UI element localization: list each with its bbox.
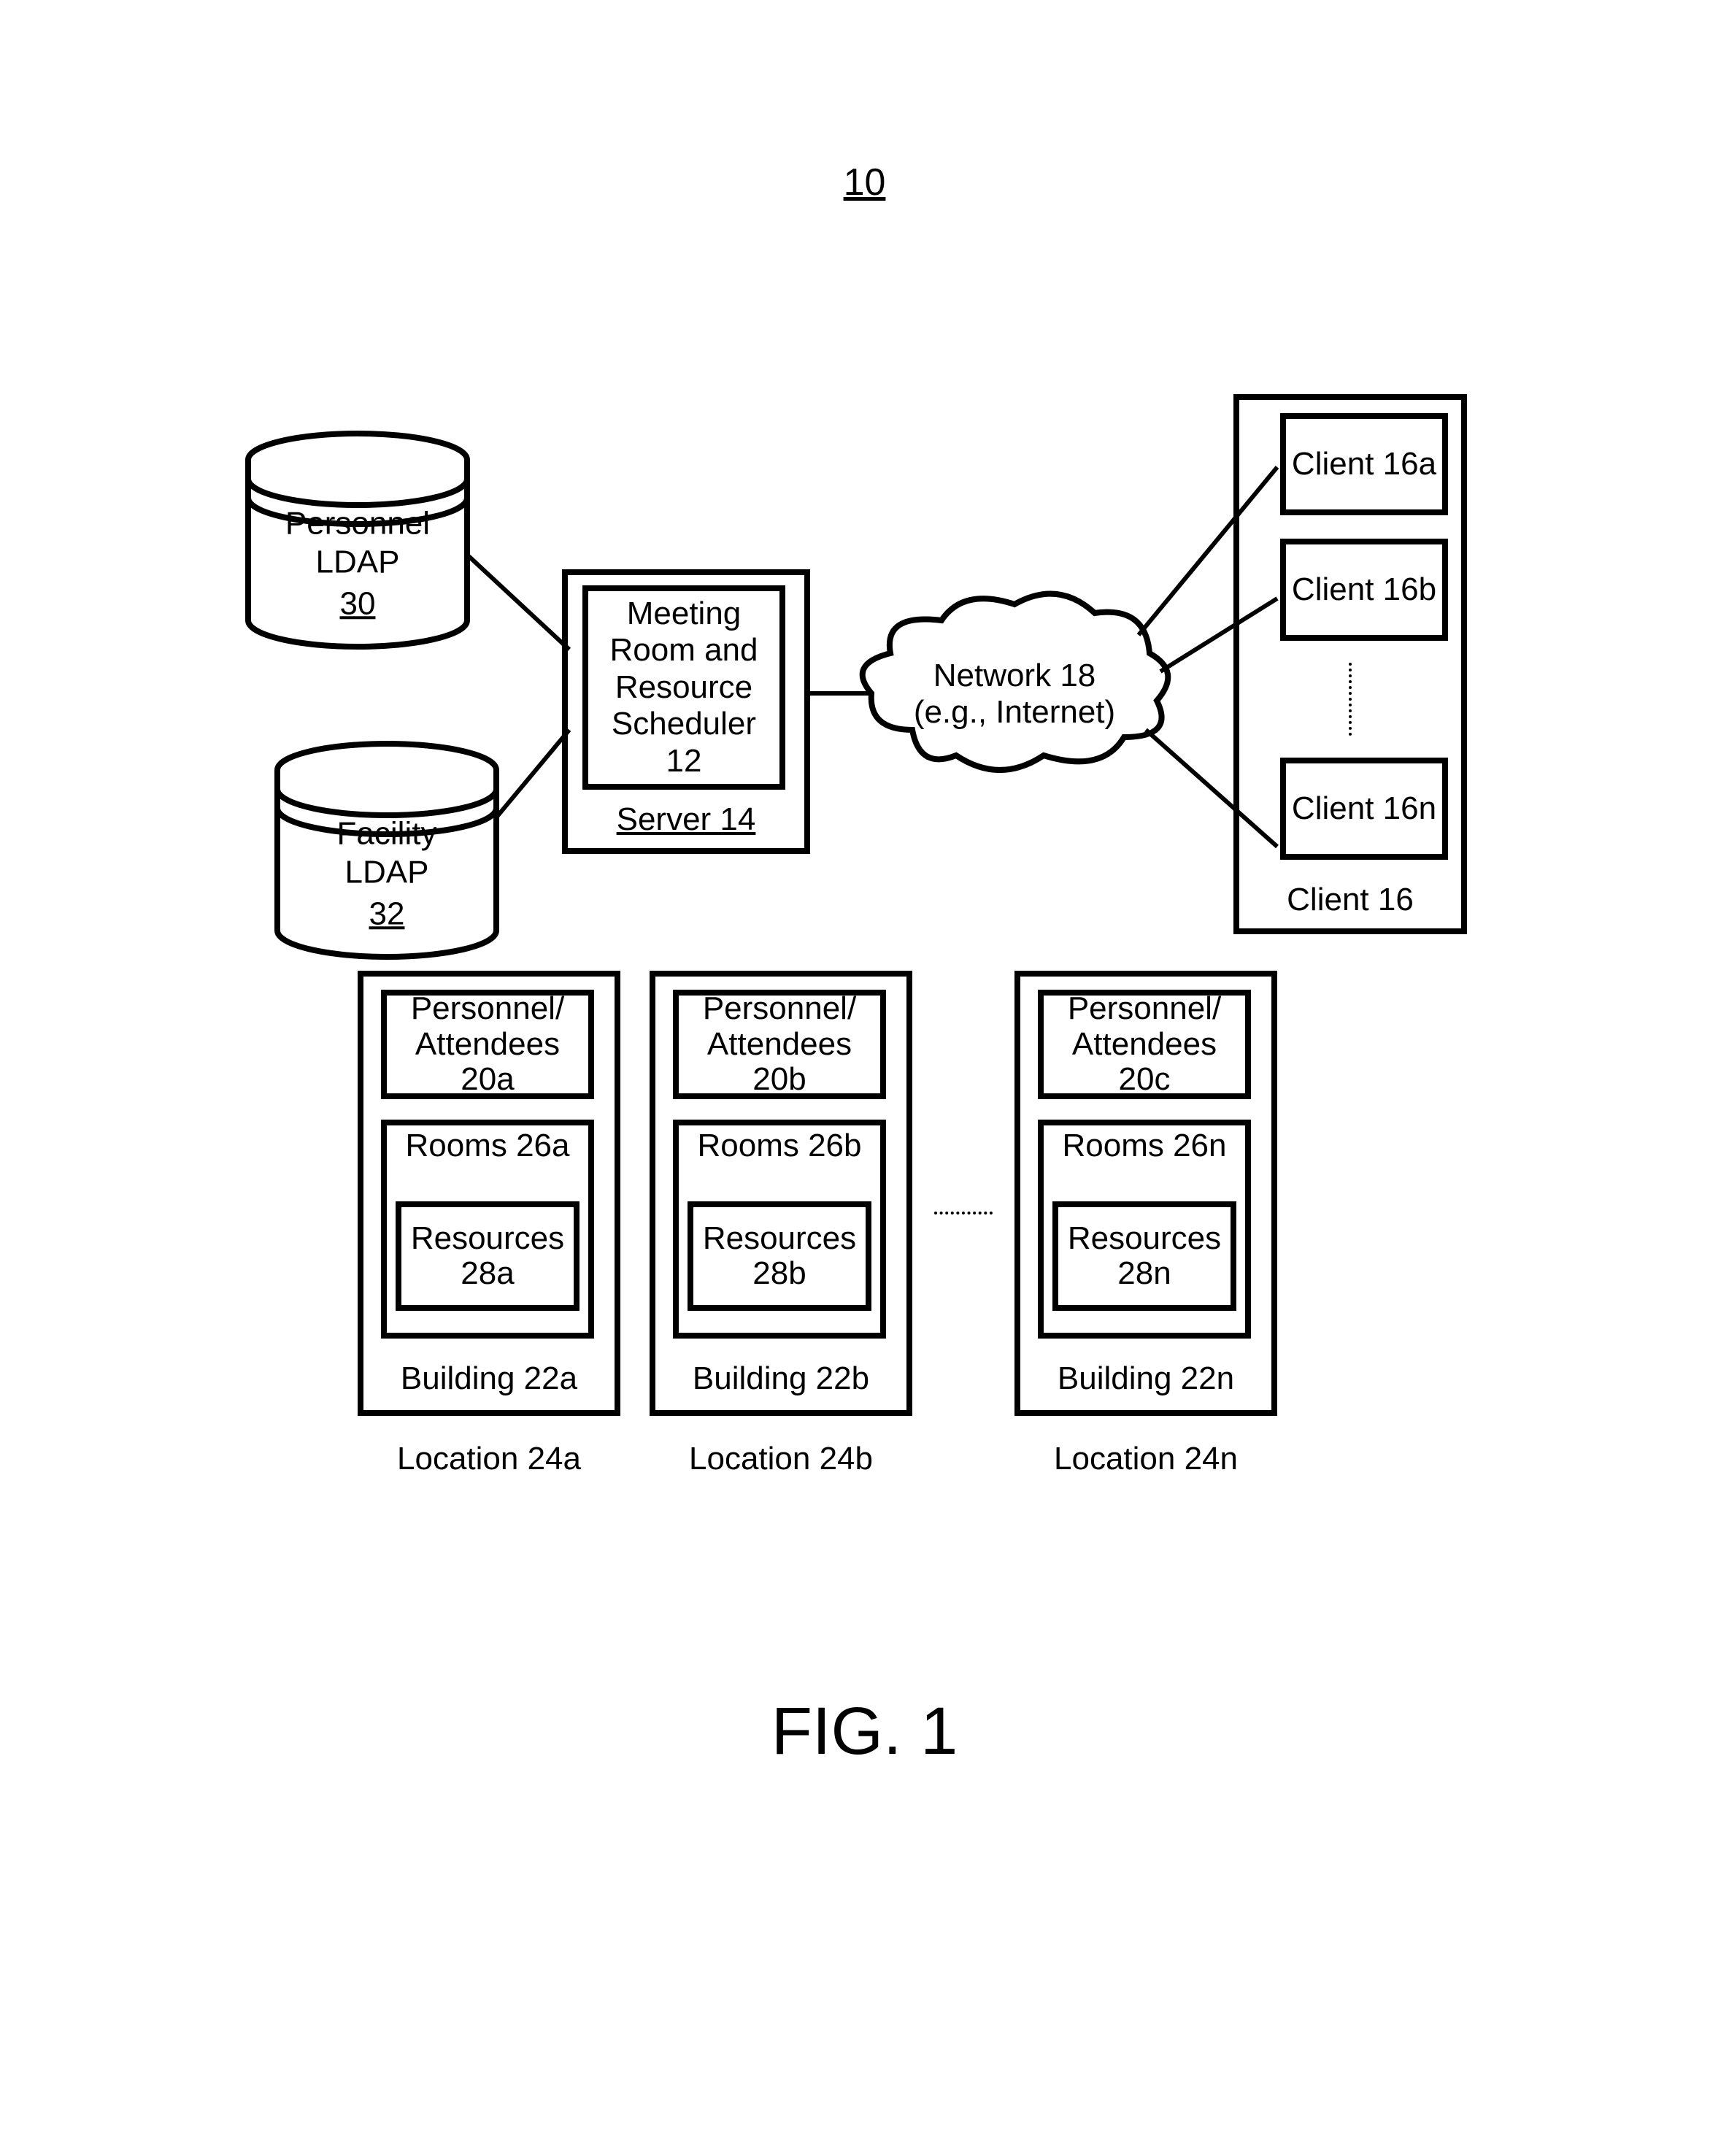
- building-b-resources: Resources 28b: [688, 1201, 871, 1311]
- client-a: Client 16a: [1280, 413, 1448, 515]
- building-b-label: Building 22b: [655, 1360, 906, 1397]
- client-group-label: Client 16: [1239, 882, 1461, 918]
- diagram-canvas: 10 Personnel LDAP 30 Facility LDAP 32: [0, 0, 1729, 2156]
- building-a-resources: Resources 28a: [396, 1201, 579, 1311]
- building-n: Personnel/ Attendees 20c Rooms 26n Resou…: [1014, 971, 1277, 1416]
- building-b: Personnel/ Attendees 20b Rooms 26b Resou…: [650, 971, 912, 1416]
- location-b-label: Location 24b: [650, 1441, 912, 1477]
- db-facility-label-line2: LDAP: [345, 854, 429, 890]
- location-a-label: Location 24a: [358, 1441, 620, 1477]
- db-facility-ldap: Facility LDAP 32: [270, 741, 504, 960]
- location-n-label: Location 24n: [1014, 1441, 1277, 1477]
- client-n: Client 16n: [1280, 758, 1448, 860]
- server: Meeting Room and Resource Scheduler 12 S…: [562, 569, 810, 854]
- network-label-line1: Network 18: [933, 658, 1096, 693]
- db-facility-label-line1: Facility: [337, 815, 437, 851]
- building-n-label: Building 22n: [1020, 1360, 1271, 1397]
- figure-number: 10: [844, 161, 886, 204]
- building-n-personnel: Personnel/ Attendees 20c: [1038, 990, 1251, 1099]
- building-b-personnel: Personnel/ Attendees 20b: [673, 990, 886, 1099]
- db-personnel-label-line2: LDAP: [316, 544, 400, 580]
- ellipsis-horizontal-icon: [934, 1212, 993, 1214]
- connector-personnel-server: [467, 555, 569, 650]
- server-scheduler: Meeting Room and Resource Scheduler 12: [582, 585, 785, 790]
- connector-facility-server: [496, 730, 569, 817]
- db-facility-ref: 32: [270, 895, 504, 933]
- building-a: Personnel/ Attendees 20a Rooms 26a Resou…: [358, 971, 620, 1416]
- client-group: Client 16a Client 16b Client 16n Client …: [1233, 394, 1467, 934]
- db-personnel-ref: 30: [241, 585, 474, 623]
- ellipsis-vertical-icon: [1349, 663, 1352, 736]
- client-b: Client 16b: [1280, 539, 1448, 641]
- figure-caption: FIG. 1: [771, 1693, 958, 1770]
- db-personnel-label-line1: Personnel: [285, 505, 430, 541]
- server-label: Server 14: [568, 801, 804, 838]
- building-a-label: Building 22a: [363, 1360, 615, 1397]
- building-n-resources: Resources 28n: [1052, 1201, 1236, 1311]
- network-cloud: Network 18 (e.g., Internet): [854, 584, 1175, 788]
- network-label-line2: (e.g., Internet): [914, 694, 1115, 730]
- db-personnel-ldap: Personnel LDAP 30: [241, 431, 474, 650]
- building-a-personnel: Personnel/ Attendees 20a: [381, 990, 594, 1099]
